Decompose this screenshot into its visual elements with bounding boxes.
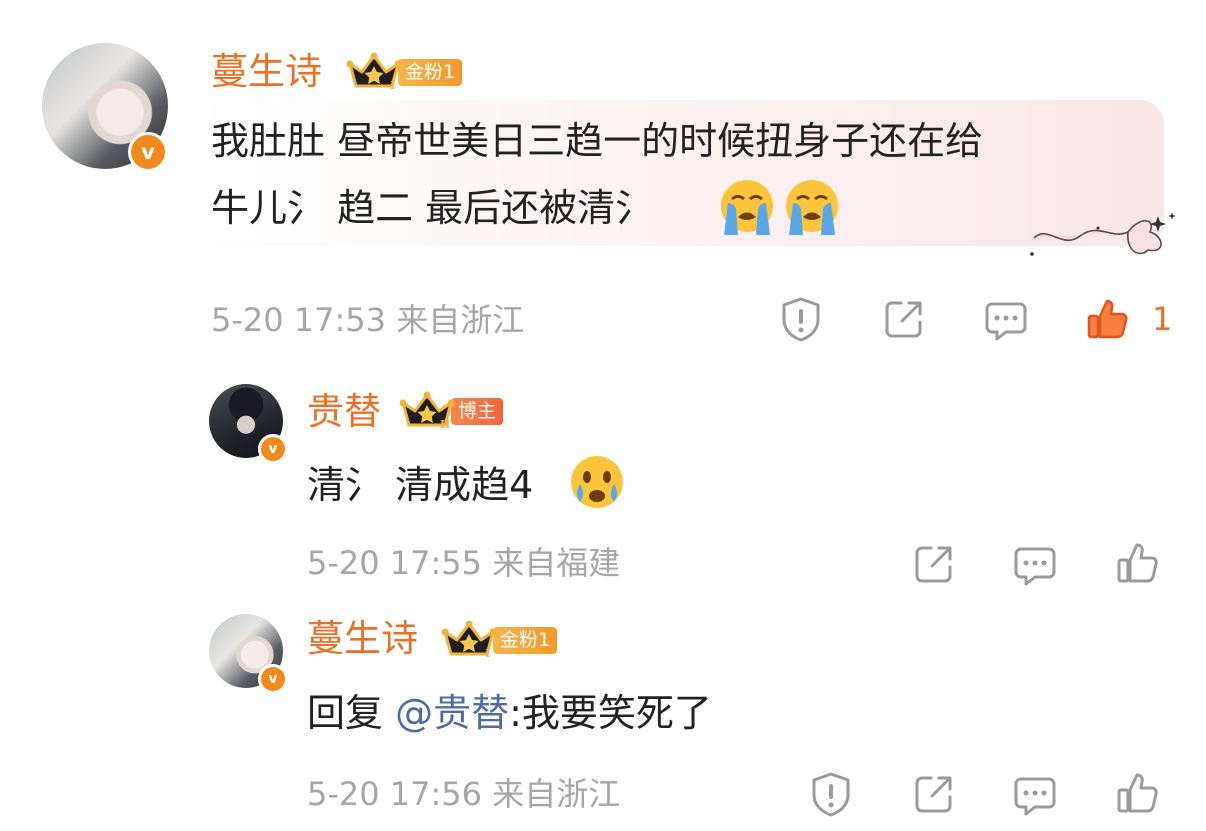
crown-icon: I: [441, 620, 497, 660]
comment-icon[interactable]: [984, 300, 1028, 342]
reply-prefix: 回复: [307, 691, 384, 735]
badge-label: 金粉1: [398, 58, 463, 86]
report-icon[interactable]: [779, 296, 823, 342]
comment-icon[interactable]: [1013, 545, 1057, 587]
report-icon[interactable]: [809, 771, 853, 817]
fan-level-badge[interactable]: I 金粉1: [441, 620, 558, 660]
like-button[interactable]: 1: [1086, 296, 1172, 342]
share-icon[interactable]: [913, 543, 955, 585]
fan-level-badge[interactable]: I 金粉1: [346, 52, 463, 92]
comment-text: 回复 @贵替:我要笑死了: [307, 688, 712, 738]
level-numeral: I: [390, 79, 395, 92]
level-numeral: I: [485, 647, 490, 660]
verified-badge-icon: v: [258, 664, 288, 694]
username[interactable]: 蔓生诗: [211, 49, 322, 95]
like-count: 1: [1152, 300, 1173, 338]
loudly-crying-emoji: [721, 180, 773, 235]
thumbs-up-filled-icon: [1087, 299, 1128, 339]
crown-icon: I: [346, 52, 402, 92]
comment-icon[interactable]: [1013, 775, 1057, 817]
like-icon[interactable]: [1116, 541, 1160, 585]
badge-label: 金粉1: [493, 626, 558, 654]
comment-text: 清氵 清成趋4: [307, 460, 533, 510]
badge-label: 博主: [451, 397, 504, 425]
crying-face-emoji: [571, 456, 623, 508]
blogger-badge[interactable]: II 博主: [399, 391, 504, 431]
username[interactable]: 蔓生诗: [307, 616, 418, 662]
verified-badge-icon: v: [258, 434, 288, 464]
share-icon[interactable]: [883, 298, 925, 340]
username[interactable]: 贵替: [307, 389, 381, 435]
ribbon-decoration-icon: [1030, 212, 1176, 256]
like-icon[interactable]: [1116, 771, 1160, 815]
comment-text-segment: :我要笑死了: [509, 691, 712, 735]
share-icon[interactable]: [913, 773, 955, 815]
comment-text-line: 牛儿氵 趋二 最后还被清氵: [211, 183, 653, 233]
comment-meta: 5-20 17:55 来自福建: [307, 544, 621, 582]
comment-text-line: 我肚肚 昼帝世美日三趋一的时候扭身子还在给: [211, 119, 984, 163]
comment-text-segment: 牛儿氵 趋二 最后还被清氵: [211, 186, 654, 230]
level-numeral: II: [440, 418, 450, 431]
crown-icon: II: [399, 391, 455, 431]
comment-meta: 5-20 17:53 来自浙江: [211, 301, 525, 339]
comment-text-segment: 清氵 清成趋4: [307, 463, 534, 507]
comment-meta: 5-20 17:56 来自浙江: [307, 775, 621, 813]
verified-badge-icon: v: [128, 132, 168, 172]
loudly-crying-emoji: [786, 180, 838, 235]
mention-link[interactable]: @贵替: [395, 691, 509, 735]
